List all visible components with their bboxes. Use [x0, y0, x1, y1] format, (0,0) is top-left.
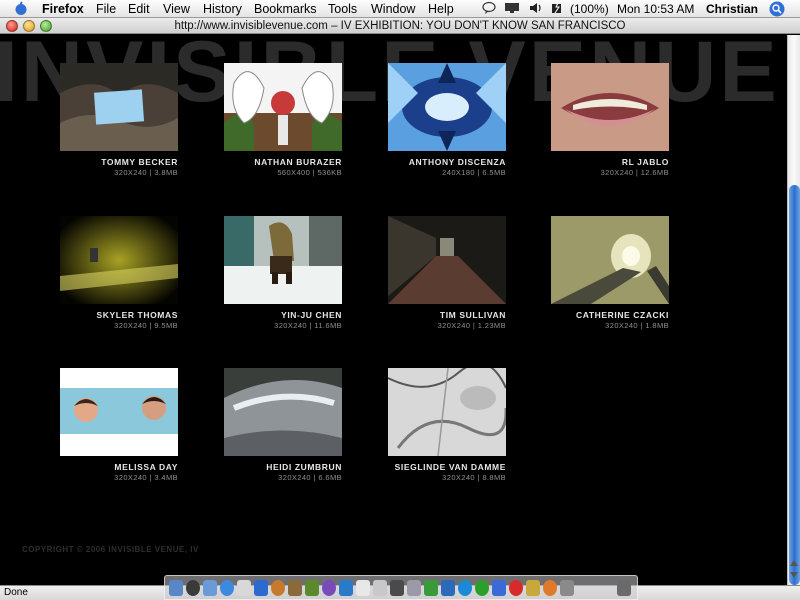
menu-file[interactable]: File [96, 1, 116, 17]
scroll-up-arrow-icon[interactable] [790, 560, 798, 566]
status-text: Done [4, 587, 28, 598]
mail-icon[interactable] [203, 580, 217, 596]
video-thumbnail[interactable] [224, 63, 342, 151]
finder-icon[interactable] [169, 580, 183, 596]
video-item-skyler-thomas[interactable]: SKYLER THOMAS 320X240 | 9.5MB [28, 214, 178, 334]
app-red-icon[interactable] [509, 580, 523, 596]
battery-icon[interactable] [550, 0, 566, 19]
menu-history[interactable]: History [203, 1, 242, 17]
menu-bookmarks[interactable]: Bookmarks [254, 1, 317, 17]
window-title-bar[interactable]: http://www.invisiblevenue.com – IV EXHIB… [0, 18, 800, 34]
imovie-icon[interactable] [305, 580, 319, 596]
ichat-icon[interactable] [237, 580, 251, 596]
video-meta: 320X240 | 1.8MB [605, 321, 669, 330]
ical-icon[interactable] [356, 580, 370, 596]
menu-view[interactable]: View [163, 1, 190, 17]
menu-app-firefox[interactable]: Firefox [42, 1, 84, 17]
menu-bar: Firefox File Edit View History Bookmarks… [0, 0, 800, 18]
video-meta: 320X240 | 3.8MB [114, 168, 178, 177]
dashboard-icon[interactable] [186, 580, 200, 596]
speech-bubble-icon[interactable] [482, 1, 496, 19]
video-meta: 320X240 | 3.4MB [114, 473, 178, 482]
artist-name[interactable]: ANTHONY DISCENZA [409, 157, 506, 167]
window-title: http://www.invisiblevenue.com – IV EXHIB… [174, 20, 626, 32]
video-thumbnail[interactable] [60, 216, 178, 304]
video-meta: 320X240 | 1.23MB [437, 321, 506, 330]
artist-name[interactable]: HEIDI ZUMBRUN [266, 462, 342, 472]
artist-name[interactable]: MELISSA DAY [114, 462, 178, 472]
artist-name[interactable]: TOMMY BECKER [101, 157, 178, 167]
copyright-notice: COPYRIGHT © 2006 INVISIBLE VENUE, IV [22, 545, 199, 554]
video-item-nathan-burazer[interactable]: NATHAN BURAZER 560X400 | 536KB [192, 61, 342, 181]
scroll-down-arrow-icon[interactable] [790, 572, 798, 578]
menu-window[interactable]: Window [371, 1, 415, 17]
clock[interactable]: Mon 10:53 AM [617, 1, 694, 17]
video-meta: 240X180 | 6.5MB [442, 168, 506, 177]
idvd-icon[interactable] [322, 580, 336, 596]
video-item-tommy-becker[interactable]: TOMMY BECKER 320X240 | 3.8MB [28, 61, 178, 181]
preview-icon[interactable] [407, 580, 421, 596]
video-item-melissa-day[interactable]: MELISSA DAY 320X240 | 3.4MB [28, 366, 178, 486]
scrollbar-thumb[interactable] [789, 185, 800, 585]
video-meta: 320X240 | 6.6MB [278, 473, 342, 482]
dock [164, 575, 638, 600]
artist-name[interactable]: SKYLER THOMAS [97, 310, 178, 320]
system-preferences-icon[interactable] [560, 580, 574, 596]
artist-name[interactable]: TIM SULLIVAN [440, 310, 506, 320]
video-thumbnail[interactable] [224, 216, 342, 304]
battery-percent: (100%) [570, 2, 609, 16]
garageband-icon[interactable] [339, 580, 353, 596]
app-blue-icon[interactable] [492, 580, 506, 596]
video-thumbnail[interactable] [551, 216, 669, 304]
artist-name[interactable]: NATHAN BURAZER [254, 157, 342, 167]
video-thumbnail[interactable] [388, 368, 506, 456]
artist-name[interactable]: CATHERINE CZACKI [576, 310, 669, 320]
address-book-icon[interactable] [254, 580, 268, 596]
artist-name[interactable]: YIN-JU CHEN [281, 310, 342, 320]
volume-icon[interactable] [528, 1, 544, 19]
video-meta: 320X240 | 9.5MB [114, 321, 178, 330]
trash-icon[interactable] [617, 580, 631, 596]
user-menu[interactable]: Christian [706, 1, 758, 17]
vertical-scrollbar[interactable] [787, 35, 800, 585]
safari-icon[interactable] [220, 580, 234, 596]
video-item-heidi-zumbrun[interactable]: HEIDI ZUMBRUN 320X240 | 6.6MB [192, 366, 342, 486]
skype-icon[interactable] [458, 580, 472, 596]
app-yellow-icon[interactable] [526, 580, 540, 596]
menu-tools[interactable]: Tools [328, 1, 357, 17]
itunes-icon[interactable] [271, 580, 285, 596]
video-item-catherine-czacki[interactable]: CATHERINE CZACKI 320X240 | 1.8MB [519, 214, 669, 334]
activity-monitor-icon[interactable] [424, 580, 438, 596]
terminal-icon[interactable] [390, 580, 404, 596]
video-thumbnail[interactable] [60, 368, 178, 456]
iphoto-icon[interactable] [288, 580, 302, 596]
video-item-rl-jablo[interactable]: RL JABLO 320X240 | 12.6MB [519, 61, 669, 181]
video-item-tim-sullivan[interactable]: TIM SULLIVAN 320X240 | 1.23MB [356, 214, 506, 334]
video-thumbnail[interactable] [551, 63, 669, 151]
video-thumbnail[interactable] [388, 216, 506, 304]
video-item-yin-ju-chen[interactable]: YIN-JU CHEN 320X240 | 11.6MB [192, 214, 342, 334]
video-meta: 560X400 | 536KB [277, 168, 342, 177]
apple-menu-icon[interactable] [14, 1, 28, 16]
textedit-icon[interactable] [373, 580, 387, 596]
page-viewport: INVISIBLE VENUE TOMMY BECKER 320X240 | 3… [0, 35, 787, 585]
menu-help[interactable]: Help [428, 1, 454, 17]
artist-name[interactable]: RL JABLO [622, 157, 669, 167]
display-icon[interactable] [504, 1, 520, 19]
artist-name[interactable]: SIEGLINDE VAN DAMME [395, 462, 506, 472]
video-meta: 320X240 | 11.6MB [274, 321, 342, 330]
video-item-sieglinde-van-damme[interactable]: SIEGLINDE VAN DAMME 320X240 | 8.8MB [356, 366, 506, 486]
video-item-anthony-discenza[interactable]: ANTHONY DISCENZA 240X180 | 6.5MB [356, 61, 506, 181]
video-thumbnail[interactable] [60, 63, 178, 151]
menu-edit[interactable]: Edit [128, 1, 150, 17]
app-green-icon[interactable] [475, 580, 489, 596]
video-thumbnail[interactable] [388, 63, 506, 151]
video-meta: 320X240 | 8.8MB [442, 473, 506, 482]
video-thumbnail[interactable] [224, 368, 342, 456]
quicktime-icon[interactable] [441, 580, 455, 596]
video-meta: 320X240 | 12.6MB [600, 168, 669, 177]
firefox-icon[interactable] [543, 580, 557, 596]
